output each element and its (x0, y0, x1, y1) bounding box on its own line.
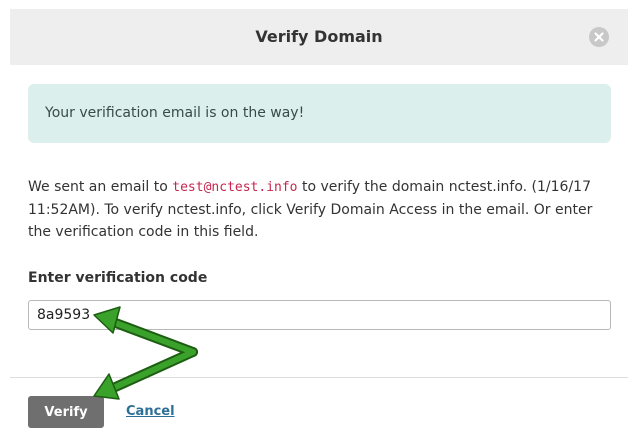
verify-domain-dialog: Verify Domain Your verification email is… (0, 0, 639, 439)
dialog-title: Verify Domain (255, 27, 383, 46)
footer-divider (10, 377, 628, 378)
verify-button[interactable]: Verify (28, 396, 104, 428)
dialog-header: Verify Domain (10, 9, 628, 65)
close-icon (594, 32, 604, 42)
verification-description: We sent an email to test@nctest.info to … (28, 176, 618, 243)
description-prefix: We sent an email to (28, 179, 173, 195)
alert-message: Your verification email is on the way! (45, 105, 305, 121)
email-address: test@nctest.info (172, 180, 298, 195)
success-alert: Your verification email is on the way! (28, 84, 611, 143)
close-button[interactable] (589, 27, 609, 47)
verification-code-input[interactable] (28, 300, 611, 330)
verification-code-label: Enter verification code (28, 270, 208, 286)
cancel-link[interactable]: Cancel (126, 403, 175, 421)
